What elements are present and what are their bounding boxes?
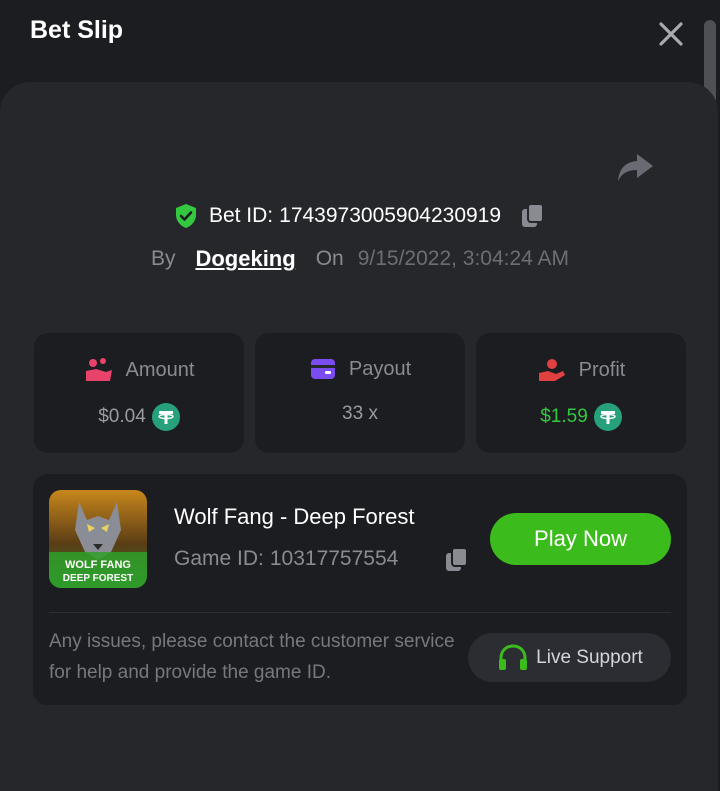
game-thumbnail[interactable]: WOLF FANG DEEP FOREST	[49, 490, 147, 588]
close-icon[interactable]	[654, 17, 688, 51]
hand-heart-icon	[538, 359, 565, 381]
game-card: WOLF FANG DEEP FOREST Wolf Fang - Deep F…	[33, 474, 687, 705]
profit-card: Profit $1.59	[476, 333, 686, 453]
bet-meta-row: By Dogeking On 9/15/2022, 3:04:24 AM	[0, 242, 720, 276]
game-id-value: 10317757554	[269, 547, 399, 570]
modal-header: Bet Slip	[0, 0, 720, 80]
profit-value: $1.59	[540, 406, 588, 427]
support-text: Any issues, please contact the customer …	[49, 631, 455, 683]
play-now-button[interactable]: Play Now	[490, 513, 671, 565]
hand-coins-icon	[85, 358, 112, 381]
copy-icon[interactable]	[443, 546, 471, 574]
modal-title: Bet Slip	[30, 16, 124, 44]
bet-date: 9/15/2022, 3:04:24 AM	[357, 247, 570, 270]
payout-value-row: 33 x	[255, 403, 465, 425]
payout-label: Payout	[348, 357, 412, 380]
amount-label: Amount	[125, 358, 195, 381]
bet-id-label: Bet ID:	[208, 204, 274, 227]
payout-card: Payout 33 x	[255, 333, 465, 453]
amount-value: $0.04	[98, 406, 146, 427]
live-support-button[interactable]: Live Support	[468, 633, 671, 682]
profit-label: Profit	[578, 358, 626, 381]
payout-value: 33 x	[342, 403, 378, 424]
amount-card: Amount $0.04	[34, 333, 244, 453]
bet-id-value: 1743973005904230919	[279, 204, 502, 227]
profit-value-row: $1.59	[476, 403, 686, 431]
thumb-title-line2: DEEP FOREST	[63, 573, 133, 584]
user-link[interactable]: Dogeking	[195, 246, 295, 272]
shield-check-icon	[175, 204, 196, 228]
by-label: By	[150, 247, 176, 270]
wallet-card-icon	[310, 359, 335, 379]
bet-id-row: Bet ID: 1743973005904230919	[0, 198, 720, 234]
amount-value-row: $0.04	[34, 403, 244, 431]
copy-icon[interactable]	[519, 202, 547, 230]
on-label: On	[315, 247, 344, 270]
headset-icon	[499, 643, 528, 670]
thumb-title-line1: WOLF FANG	[65, 559, 131, 571]
game-id: Game ID: 10317757554	[174, 547, 398, 571]
game-id-label: Game ID:	[174, 547, 264, 570]
bet-id: Bet ID: 1743973005904230919	[209, 204, 501, 228]
divider	[49, 612, 671, 613]
live-support-label: Live Support	[536, 646, 643, 668]
tether-icon	[151, 403, 180, 431]
tether-icon	[593, 403, 622, 431]
game-name[interactable]: Wolf Fang - Deep Forest	[174, 504, 414, 530]
share-icon[interactable]	[615, 150, 655, 184]
